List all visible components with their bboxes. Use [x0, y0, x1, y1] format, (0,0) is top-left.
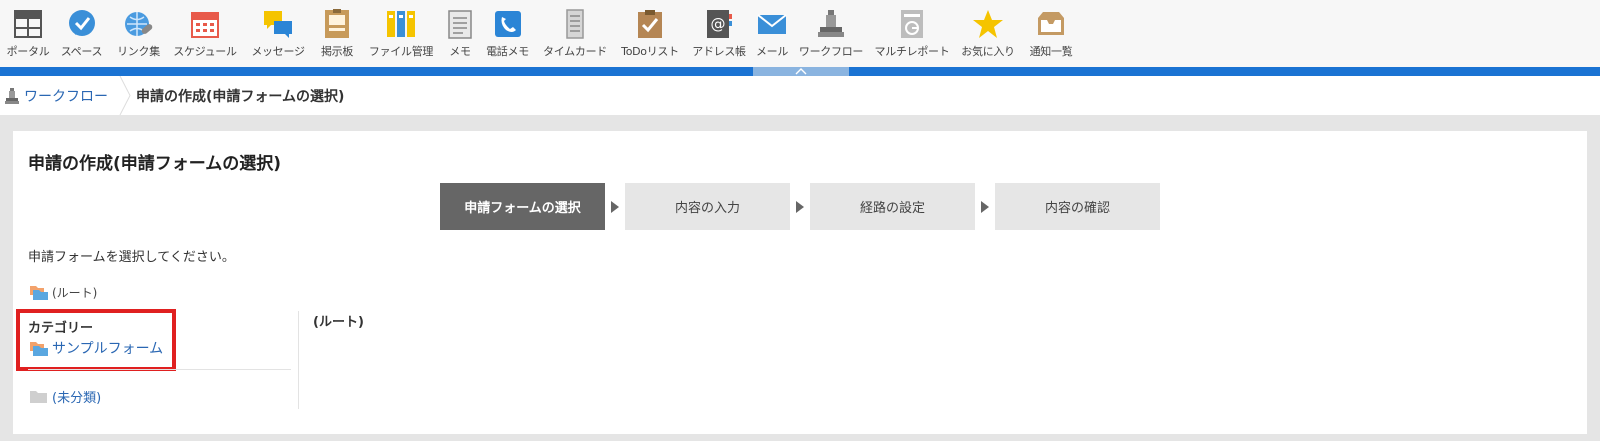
- app-label: メモ: [449, 45, 471, 58]
- app-label: メール: [755, 45, 789, 58]
- app-label: マルチレポート: [874, 45, 950, 58]
- instruction-text: 申請フォームを選択してください。: [28, 250, 235, 265]
- app-workflow[interactable]: ワークフロー: [792, 0, 870, 67]
- folder-color-icon: [30, 286, 48, 300]
- folder-gray-icon: [30, 391, 47, 403]
- app-address[interactable]: @ アドレス帳: [686, 0, 752, 67]
- app-label: ToDoリスト: [621, 45, 679, 58]
- app-todo[interactable]: ToDoリスト: [614, 0, 686, 67]
- workflow-stamp-icon: [5, 87, 19, 104]
- app-multireport[interactable]: マルチレポート: [870, 0, 954, 67]
- column-divider: [298, 311, 299, 409]
- workflow-icon: [818, 10, 844, 37]
- address-icon: @: [707, 10, 732, 38]
- breadcrumb-separator-icon: [119, 76, 131, 115]
- page-title: 申請の作成(申請フォームの選択): [28, 154, 282, 174]
- app-memo[interactable]: メモ: [441, 0, 479, 67]
- main-panel: 申請の作成(申請フォームの選択) 申請フォームの選択 内容の入力 経路の設定 内容の確…: [13, 131, 1587, 434]
- app-notification[interactable]: 通知一覧: [1022, 0, 1080, 67]
- app-link[interactable]: リンク集: [110, 0, 167, 67]
- category-item-sample-form[interactable]: サンプルフォーム: [30, 338, 163, 358]
- app-label: スケジュール: [173, 45, 237, 58]
- favorite-icon: [973, 10, 1003, 38]
- app-label: リンク集: [117, 45, 160, 58]
- file-icon: [387, 11, 415, 37]
- app-label: お気に入り: [961, 45, 1015, 58]
- todo-icon: [638, 10, 662, 38]
- bulletin-icon: [325, 9, 349, 38]
- portal-icon: [14, 10, 42, 38]
- app-label: 掲示板: [320, 45, 354, 58]
- step-arrow-icon: [975, 183, 995, 230]
- root-folder-link[interactable]: (ルート): [30, 284, 97, 301]
- app-message[interactable]: メッセージ: [243, 0, 313, 67]
- chevron-up-icon: [795, 68, 807, 75]
- category-title: カテゴリー: [28, 321, 94, 336]
- uncategorized-folder-link[interactable]: (未分類): [30, 387, 101, 406]
- breadcrumb-current: 申請の作成(申請フォームの選択): [136, 88, 345, 105]
- message-icon: [264, 11, 292, 38]
- step-arrow-icon: [605, 183, 625, 230]
- category-divider: [28, 369, 291, 370]
- app-portal[interactable]: ポータル: [3, 0, 53, 67]
- phone-memo-icon: [494, 11, 521, 37]
- app-label: メッセージ: [251, 45, 305, 58]
- space-icon: [68, 10, 95, 36]
- folder-color-icon: [30, 341, 48, 356]
- app-file[interactable]: ファイル管理: [361, 0, 441, 67]
- memo-icon: [448, 10, 472, 39]
- step-4: 内容の確認: [995, 183, 1160, 230]
- multireport-icon: [901, 10, 923, 38]
- mail-icon: [757, 14, 787, 34]
- app-space[interactable]: スペース: [53, 0, 110, 67]
- step-1: 申請フォームの選択: [440, 183, 605, 230]
- step-2: 内容の入力: [625, 183, 790, 230]
- collapse-toolbar-button[interactable]: [753, 67, 849, 76]
- uncategorized-label: (未分類): [52, 391, 102, 406]
- category-item-label: サンプルフォーム: [52, 341, 164, 357]
- link-icon: [124, 12, 152, 36]
- app-label: スペース: [60, 45, 103, 58]
- root-folder-label: (ルート): [52, 286, 98, 300]
- app-label: ポータル: [6, 45, 50, 58]
- app-label: アドレス帳: [692, 45, 746, 58]
- app-favorite[interactable]: お気に入り: [954, 0, 1022, 67]
- svg-text:@: @: [711, 15, 726, 33]
- app-phone-memo[interactable]: 電話メモ: [479, 0, 536, 67]
- app-toolbar: ポータル スペース リンク集 スケジュール メッセージ 掲示板 ファイル管理 メモ 電話メモ タイ…: [0, 0, 1600, 67]
- app-bulletin[interactable]: 掲示板: [313, 0, 361, 67]
- step-arrow-icon: [790, 183, 810, 230]
- breadcrumb: ワークフロー 申請の作成(申請フォームの選択): [0, 76, 1600, 115]
- app-label: ファイル管理: [368, 45, 434, 58]
- timecard-icon: [566, 9, 584, 39]
- app-label: ワークフロー: [798, 45, 864, 58]
- app-schedule[interactable]: スケジュール: [167, 0, 243, 67]
- step-indicator: 申請フォームの選択 内容の入力 経路の設定 内容の確認: [440, 183, 1160, 230]
- step-3: 経路の設定: [810, 183, 975, 230]
- schedule-icon: [191, 12, 219, 38]
- form-list-title: (ルート): [313, 315, 364, 330]
- notification-icon: [1038, 12, 1064, 35]
- app-mail[interactable]: メール: [752, 0, 792, 67]
- app-timecard[interactable]: タイムカード: [536, 0, 614, 67]
- app-label: 電話メモ: [486, 45, 529, 58]
- app-label: タイムカード: [543, 45, 607, 58]
- app-label: 通知一覧: [1029, 45, 1073, 58]
- breadcrumb-workflow-link[interactable]: ワークフロー: [24, 86, 108, 106]
